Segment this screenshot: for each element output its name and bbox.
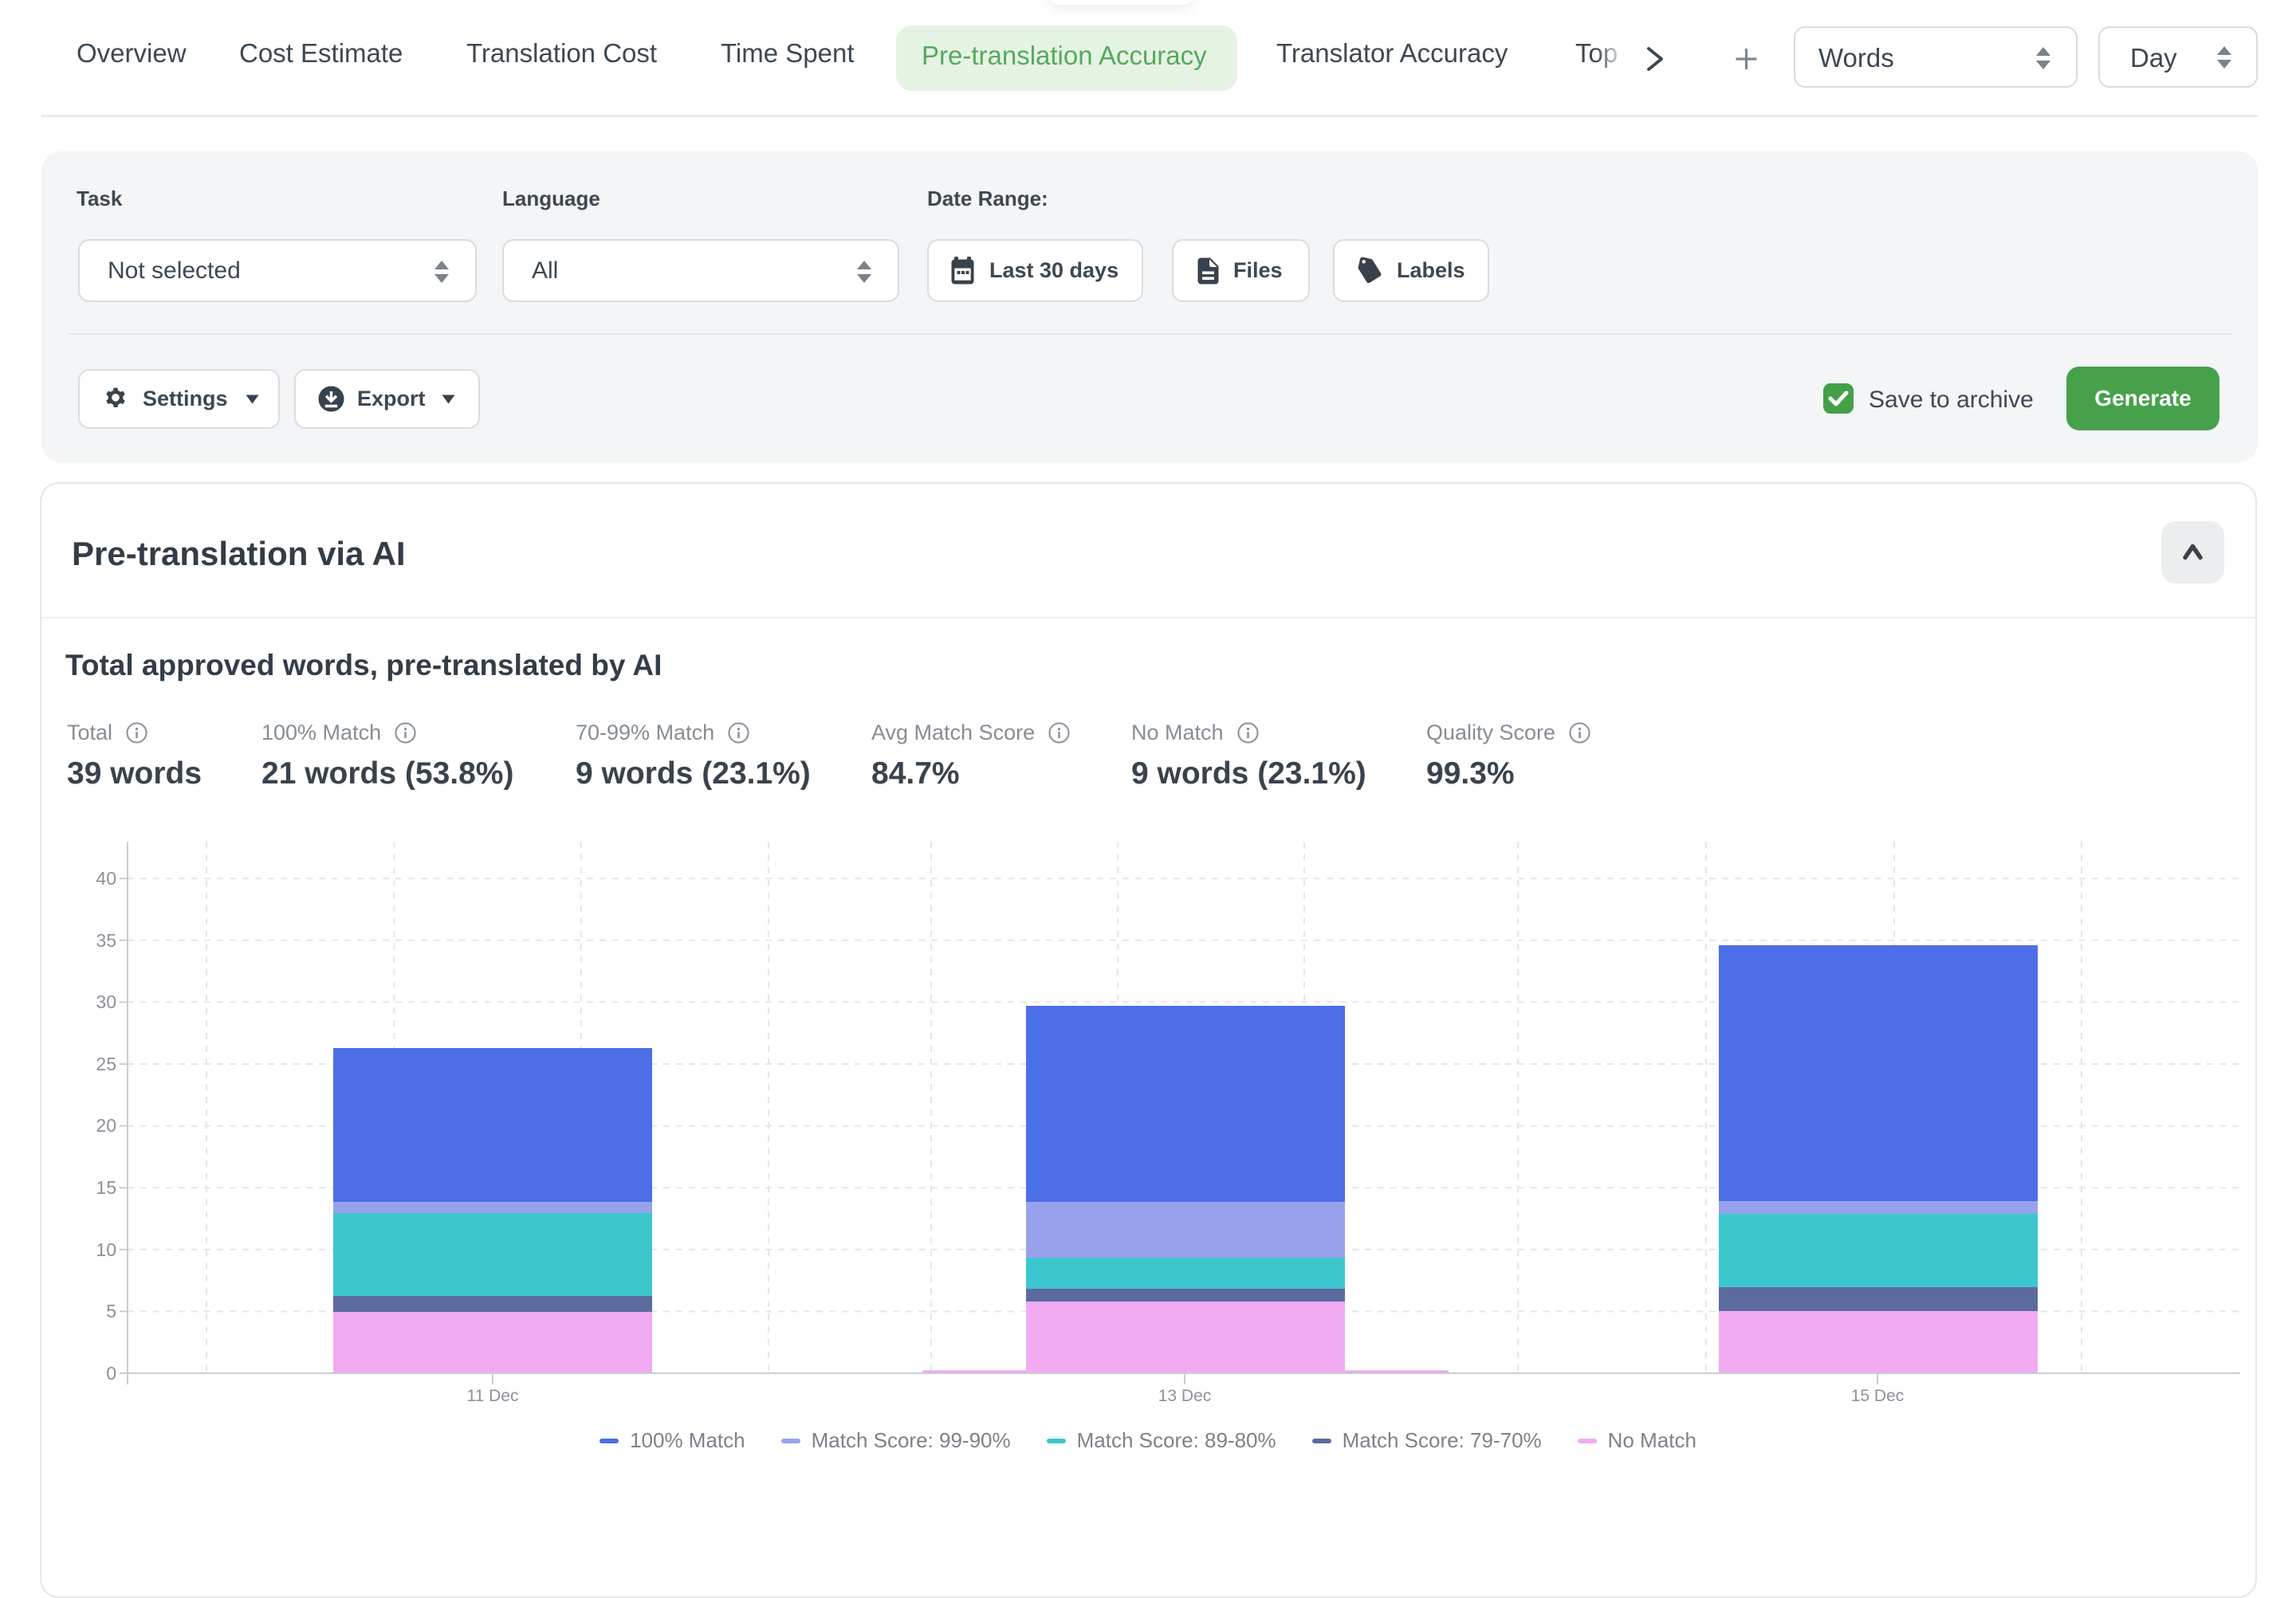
svg-text:5: 5 — [106, 1301, 116, 1321]
svg-text:35: 35 — [96, 930, 116, 951]
svg-text:15 Dec: 15 Dec — [1851, 1387, 1905, 1405]
svg-text:15: 15 — [96, 1177, 116, 1198]
svg-text:11 Dec: 11 Dec — [467, 1387, 519, 1405]
svg-text:0: 0 — [106, 1363, 116, 1384]
svg-text:25: 25 — [96, 1054, 116, 1074]
svg-text:30: 30 — [96, 991, 116, 1012]
svg-text:13 Dec: 13 Dec — [1158, 1387, 1212, 1405]
svg-text:10: 10 — [96, 1239, 116, 1260]
svg-text:20: 20 — [96, 1115, 116, 1136]
svg-text:40: 40 — [96, 868, 116, 889]
